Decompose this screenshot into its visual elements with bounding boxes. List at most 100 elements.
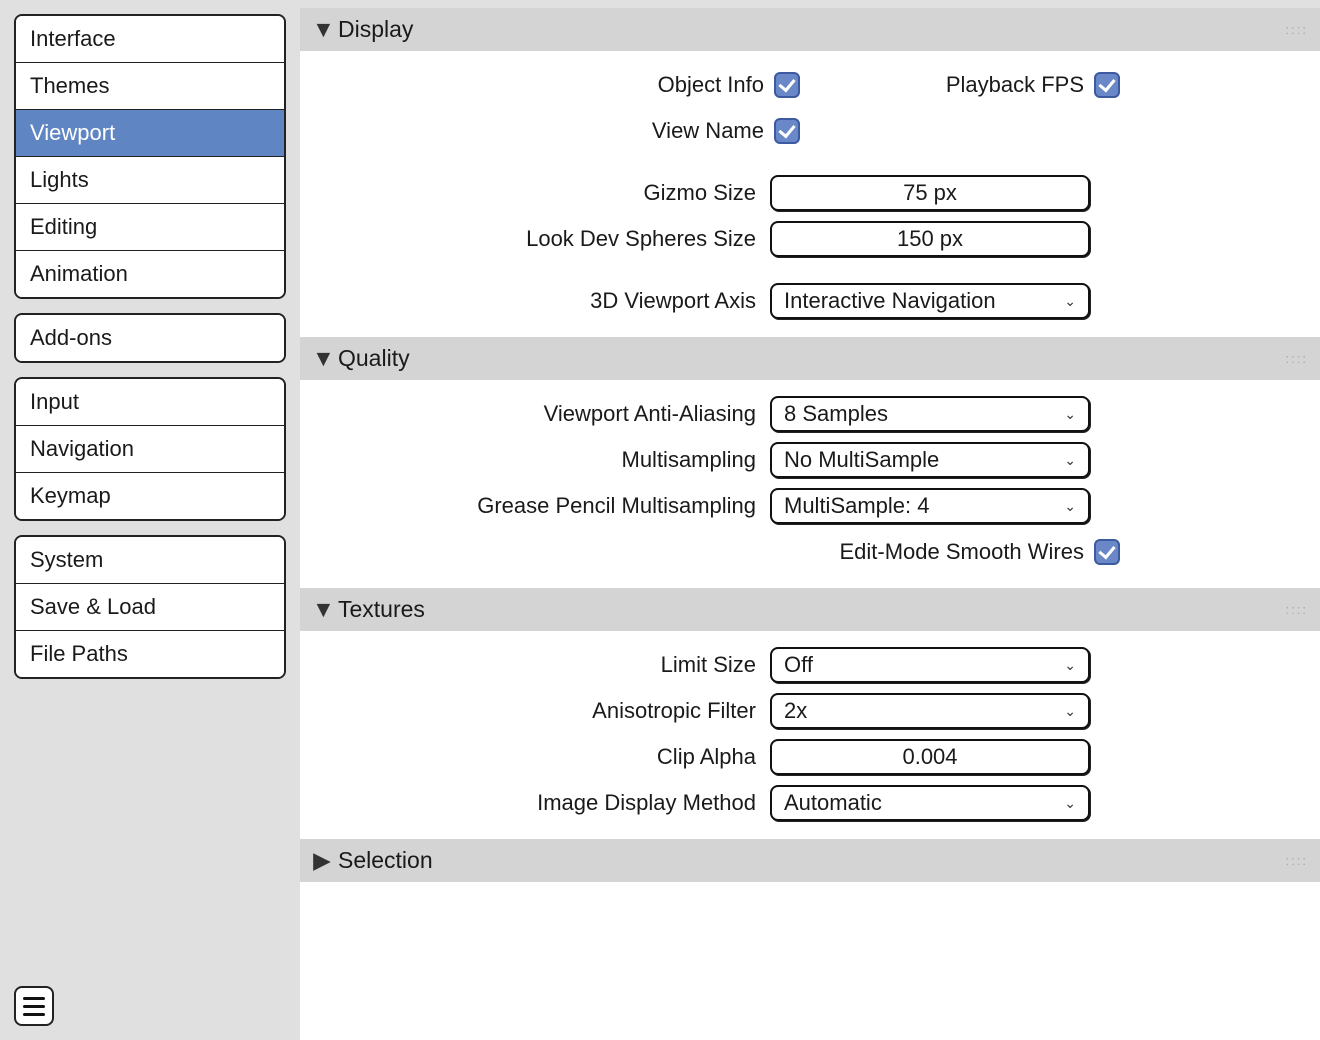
panel-title: Textures (338, 596, 425, 623)
label-3d-viewport-axis: 3D Viewport Axis (310, 288, 770, 314)
nav-group-1: Add-ons (14, 313, 286, 363)
label-multisampling: Multisampling (310, 447, 770, 473)
select-3d-viewport-axis[interactable]: Interactive Navigation ⌄ (770, 283, 1090, 319)
label-lookdev-size: Look Dev Spheres Size (310, 226, 770, 252)
sidebar-item-lights[interactable]: Lights (16, 157, 284, 204)
sidebar-item-file-paths[interactable]: File Paths (16, 631, 284, 677)
value: 150 px (897, 226, 963, 252)
label-limit-size: Limit Size (310, 652, 770, 678)
sidebar-item-label: Animation (30, 261, 128, 286)
value: No MultiSample (784, 447, 939, 473)
checkbox-object-info[interactable] (774, 72, 800, 98)
sidebar-item-themes[interactable]: Themes (16, 63, 284, 110)
input-gizmo-size[interactable]: 75 px (770, 175, 1090, 211)
hamburger-icon (23, 1005, 45, 1008)
nav-group-0: Interface Themes Viewport Lights Editing… (14, 14, 286, 299)
panel-body-display: Object Info Playback FPS View Name Gizmo… (300, 51, 1320, 337)
empty-area (300, 882, 1320, 1040)
value: MultiSample: 4 (784, 493, 930, 519)
disclosure-open-icon: ▼ (312, 16, 332, 43)
sidebar-item-interface[interactable]: Interface (16, 16, 284, 63)
panel-body-quality: Viewport Anti-Aliasing 8 Samples ⌄ Multis… (300, 380, 1320, 588)
panel-title: Display (338, 16, 413, 43)
drag-grip-icon[interactable]: :::: (1286, 602, 1308, 617)
sidebar-item-navigation[interactable]: Navigation (16, 426, 284, 473)
panel-body-textures: Limit Size Off ⌄ Anisotropic Filter 2x ⌄ C… (300, 631, 1320, 839)
sidebar-item-addons[interactable]: Add-ons (16, 315, 284, 361)
label-view-name: View Name (310, 118, 770, 144)
sidebar-item-editing[interactable]: Editing (16, 204, 284, 251)
chevron-down-icon: ⌄ (1064, 498, 1076, 515)
sidebar-item-label: File Paths (30, 641, 128, 666)
panel-title: Quality (338, 345, 410, 372)
disclosure-open-icon: ▼ (312, 596, 332, 623)
input-lookdev-size[interactable]: 150 px (770, 221, 1090, 257)
select-multisampling[interactable]: No MultiSample ⌄ (770, 442, 1090, 478)
sidebar-item-label: Themes (30, 73, 109, 98)
preferences-menu-button[interactable] (14, 986, 54, 1026)
drag-grip-icon[interactable]: :::: (1286, 853, 1308, 868)
value: Interactive Navigation (784, 288, 996, 314)
chevron-down-icon: ⌄ (1064, 657, 1076, 674)
panel-header-quality[interactable]: ▼ Quality :::: (300, 337, 1320, 380)
select-gp-multisampling[interactable]: MultiSample: 4 ⌄ (770, 488, 1090, 524)
chevron-down-icon: ⌄ (1064, 406, 1076, 423)
label-image-display-method: Image Display Method (310, 790, 770, 816)
label-clip-alpha: Clip Alpha (310, 744, 770, 770)
select-anisotropic-filter[interactable]: 2x ⌄ (770, 693, 1090, 729)
disclosure-open-icon: ▼ (312, 345, 332, 372)
select-limit-size[interactable]: Off ⌄ (770, 647, 1090, 683)
nav-group-3: System Save & Load File Paths (14, 535, 286, 679)
sidebar-item-save-load[interactable]: Save & Load (16, 584, 284, 631)
preferences-main: ▼ Display :::: Object Info Playback FPS … (300, 0, 1320, 1040)
label-viewport-aa: Viewport Anti-Aliasing (310, 401, 770, 427)
drag-grip-icon[interactable]: :::: (1286, 22, 1308, 37)
panel-header-selection[interactable]: ▶ Selection :::: (300, 839, 1320, 882)
sidebar-item-input[interactable]: Input (16, 379, 284, 426)
label-anisotropic-filter: Anisotropic Filter (310, 698, 770, 724)
sidebar-item-system[interactable]: System (16, 537, 284, 584)
label-playback-fps: Playback FPS (810, 72, 1090, 98)
chevron-down-icon: ⌄ (1064, 703, 1076, 720)
sidebar-item-label: Interface (30, 26, 116, 51)
drag-grip-icon[interactable]: :::: (1286, 351, 1308, 366)
sidebar-item-label: Viewport (30, 120, 115, 145)
sidebar-item-label: Lights (30, 167, 89, 192)
select-image-display-method[interactable]: Automatic ⌄ (770, 785, 1090, 821)
sidebar-item-label: Editing (30, 214, 97, 239)
hamburger-icon (23, 997, 45, 1000)
sidebar-item-label: Save & Load (30, 594, 156, 619)
value: 75 px (903, 180, 957, 206)
value: Automatic (784, 790, 882, 816)
checkbox-edit-smooth-wires[interactable] (1094, 539, 1120, 565)
sidebar-item-label: Keymap (30, 483, 111, 508)
sidebar-item-animation[interactable]: Animation (16, 251, 284, 297)
preferences-sidebar: Interface Themes Viewport Lights Editing… (0, 0, 300, 1040)
sidebar-item-label: Navigation (30, 436, 134, 461)
panel-header-textures[interactable]: ▼ Textures :::: (300, 588, 1320, 631)
input-clip-alpha[interactable]: 0.004 (770, 739, 1090, 775)
select-viewport-aa[interactable]: 8 Samples ⌄ (770, 396, 1090, 432)
chevron-down-icon: ⌄ (1064, 795, 1076, 812)
sidebar-item-viewport[interactable]: Viewport (16, 110, 284, 157)
sidebar-item-label: Add-ons (30, 325, 112, 350)
panel-title: Selection (338, 847, 433, 874)
nav-group-2: Input Navigation Keymap (14, 377, 286, 521)
sidebar-item-label: System (30, 547, 103, 572)
sidebar-item-keymap[interactable]: Keymap (16, 473, 284, 519)
hamburger-icon (23, 1013, 45, 1016)
panel-header-display[interactable]: ▼ Display :::: (300, 8, 1320, 51)
chevron-down-icon: ⌄ (1064, 452, 1076, 469)
label-gp-multisampling: Grease Pencil Multisampling (310, 493, 770, 519)
value: 2x (784, 698, 807, 724)
label-gizmo-size: Gizmo Size (310, 180, 770, 206)
value: 8 Samples (784, 401, 888, 427)
value: 0.004 (902, 744, 957, 770)
sidebar-item-label: Input (30, 389, 79, 414)
disclosure-closed-icon: ▶ (312, 847, 332, 874)
value: Off (784, 652, 813, 678)
checkbox-playback-fps[interactable] (1094, 72, 1120, 98)
chevron-down-icon: ⌄ (1064, 293, 1076, 310)
checkbox-view-name[interactable] (774, 118, 800, 144)
label-edit-smooth-wires: Edit-Mode Smooth Wires (810, 539, 1090, 565)
